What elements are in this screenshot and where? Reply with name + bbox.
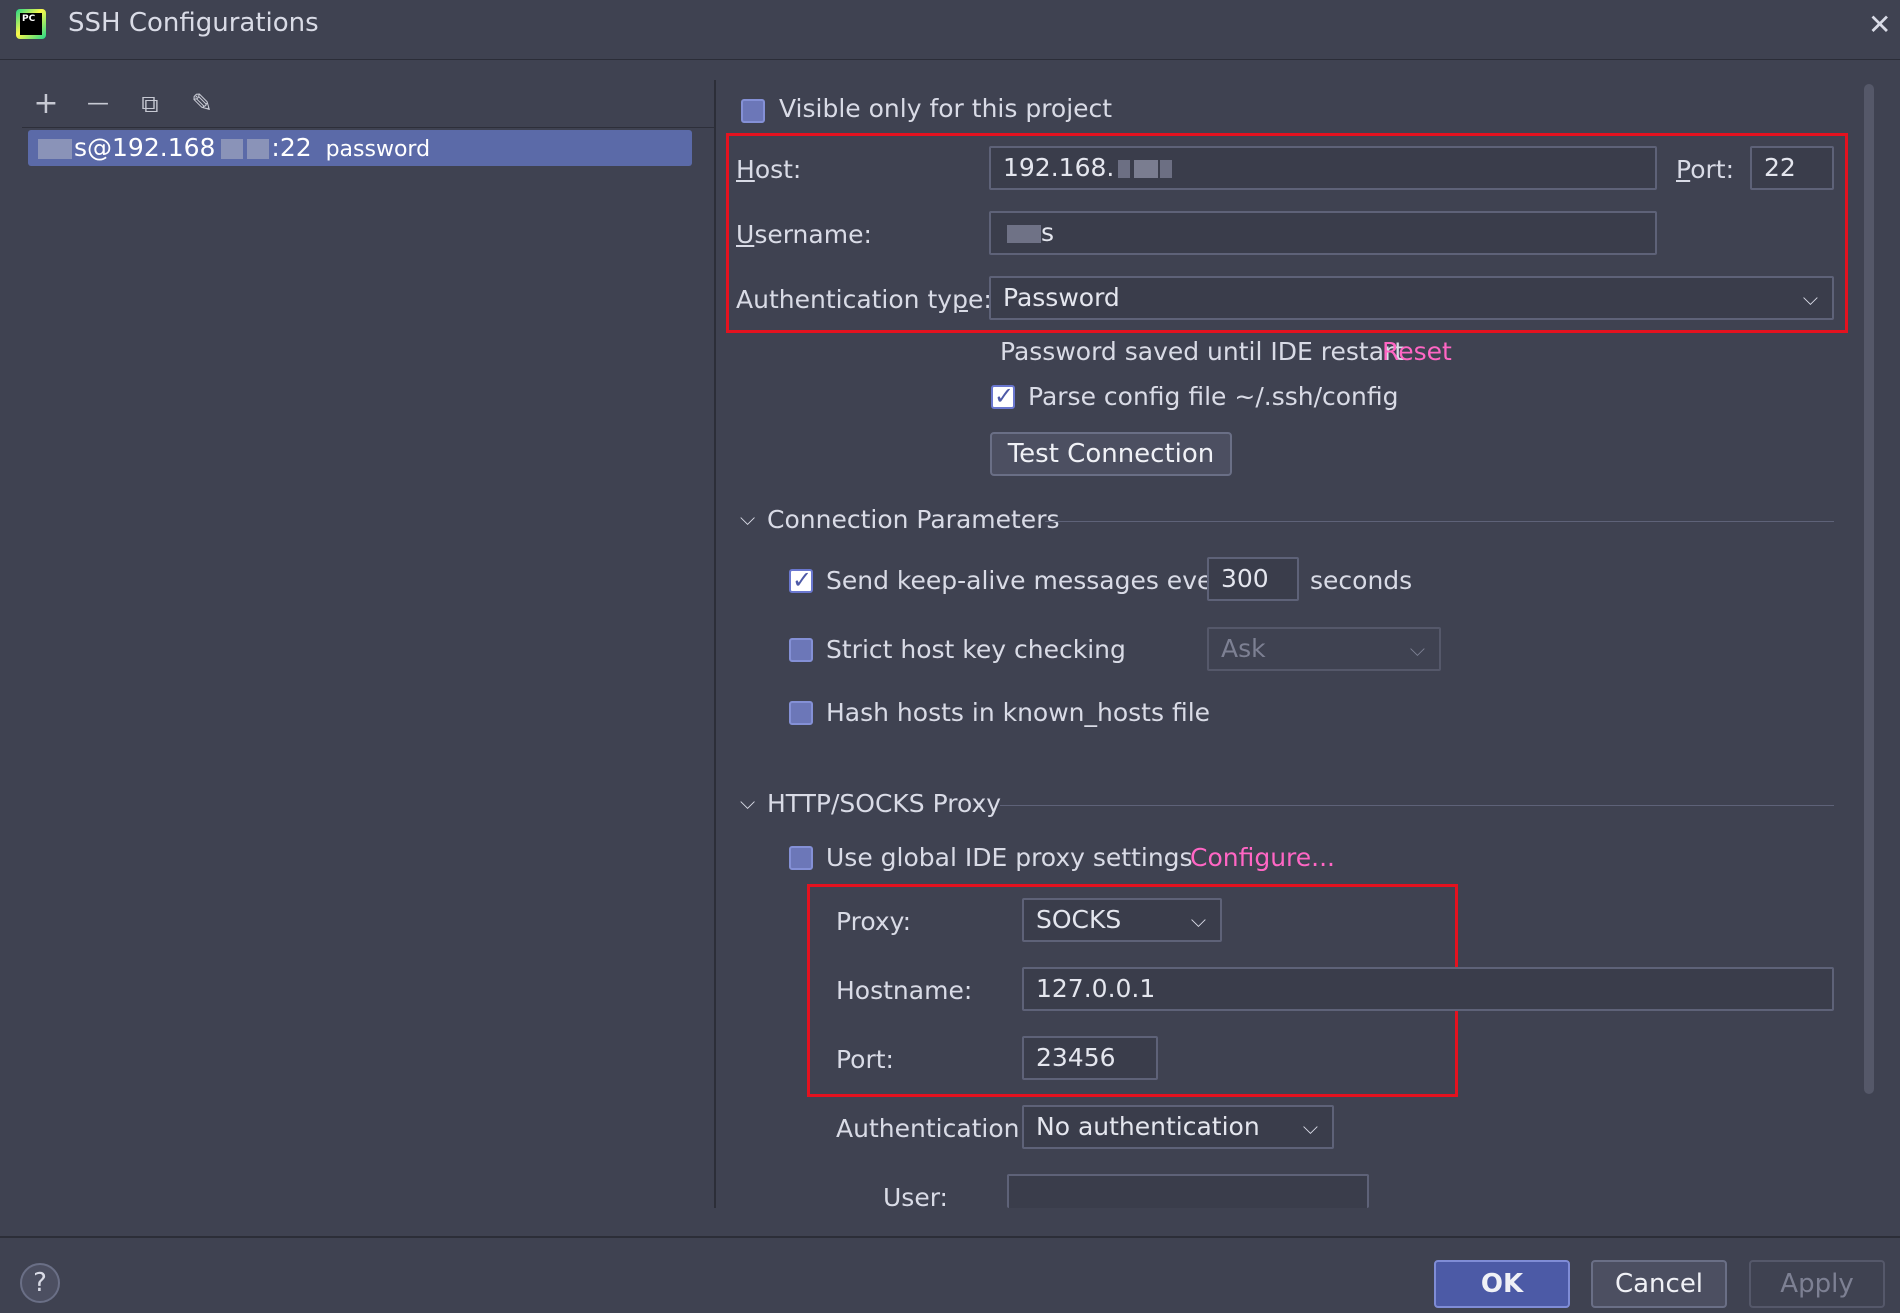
use-global-proxy-checkbox[interactable] <box>789 846 813 870</box>
proxy-user-input[interactable] <box>1007 1174 1369 1208</box>
proxy-port-label: Port: <box>836 1045 894 1074</box>
configure-link[interactable]: Configure... <box>1190 843 1335 872</box>
proxy-hostname-label: Hostname: <box>836 976 973 1005</box>
auth-type-dropdown[interactable]: Password ⌵ <box>989 276 1834 320</box>
section-divider <box>1000 805 1834 806</box>
close-icon[interactable]: ✕ <box>1868 8 1891 41</box>
visible-only-checkbox[interactable] <box>741 99 765 123</box>
keep-alive-input[interactable]: 300 <box>1207 557 1299 601</box>
redacted-text <box>221 139 244 159</box>
collapse-chevron-icon[interactable]: ⌵ <box>740 790 755 814</box>
pycharm-app-icon: PC <box>16 9 46 39</box>
port-input[interactable]: 22 <box>1750 146 1834 190</box>
reset-link[interactable]: Reset <box>1382 337 1452 366</box>
parse-config-checkbox[interactable] <box>991 382 1015 410</box>
redacted-text <box>247 139 270 159</box>
keep-alive-checkbox[interactable] <box>789 566 813 594</box>
help-button[interactable]: ? <box>20 1263 60 1303</box>
proxy-auth-label: Authentication: <box>836 1114 1028 1143</box>
add-icon[interactable]: + <box>30 86 62 122</box>
proxy-auth-dropdown[interactable]: No authentication ⌵ <box>1022 1105 1334 1149</box>
host-input[interactable]: 192.168. <box>989 146 1657 190</box>
chevron-down-icon: ⌵ <box>1409 637 1425 661</box>
remove-icon[interactable]: — <box>82 86 114 122</box>
proxy-type-label: Proxy: <box>836 907 912 936</box>
proxy-port-input[interactable]: 23456 <box>1022 1036 1158 1080</box>
keep-alive-unit: seconds <box>1310 566 1413 595</box>
username-label: Username: <box>736 220 872 249</box>
scrollbar[interactable] <box>1864 84 1874 1094</box>
visible-only-label: Visible only for this project <box>779 94 1113 123</box>
chevron-down-icon: ⌵ <box>1302 1115 1318 1139</box>
footer-divider <box>0 1236 1900 1238</box>
cancel-button[interactable]: Cancel <box>1591 1260 1727 1308</box>
redacted-text <box>38 139 72 159</box>
host-list-item-label: s@192.168:22 <box>36 133 320 162</box>
copy-icon[interactable]: ⧉ <box>134 86 166 122</box>
host-auth-type: password <box>325 137 431 162</box>
keep-alive-label: Send keep-alive messages every <box>826 566 1238 595</box>
test-connection-button[interactable]: Test Connection <box>990 432 1232 476</box>
chevron-down-icon: ⌵ <box>1802 286 1818 310</box>
proxy-type-dropdown[interactable]: SOCKS ⌵ <box>1022 898 1222 942</box>
use-global-proxy-label: Use global IDE proxy settings <box>826 843 1193 872</box>
hash-hosts-checkbox[interactable] <box>789 701 813 725</box>
apply-button[interactable]: Apply <box>1749 1260 1885 1308</box>
host-label: Host: <box>736 155 802 184</box>
section-divider <box>1045 521 1834 522</box>
chevron-down-icon: ⌵ <box>1190 908 1206 932</box>
proxy-hostname-input[interactable]: 127.0.0.1 <box>1022 967 1834 1011</box>
username-input[interactable]: s <box>989 211 1657 255</box>
strict-host-label: Strict host key checking <box>826 635 1126 664</box>
strict-host-checkbox[interactable] <box>789 638 813 662</box>
collapse-chevron-icon[interactable]: ⌵ <box>740 506 755 530</box>
connection-params-header[interactable]: Connection Parameters <box>767 505 1060 534</box>
proxy-user-label: User: <box>883 1183 948 1212</box>
password-note: Password saved until IDE restart <box>1000 337 1405 366</box>
parse-config-label: Parse config file ~/.ssh/config <box>1028 382 1399 411</box>
toolbar-divider <box>22 127 714 128</box>
panel-splitter[interactable] <box>714 80 716 1208</box>
strict-host-dropdown: Ask ⌵ <box>1207 627 1441 671</box>
port-label: Port: <box>1676 155 1734 184</box>
edit-icon[interactable]: ✎ <box>186 86 218 122</box>
ok-button[interactable]: OK <box>1434 1260 1570 1308</box>
proxy-section-header[interactable]: HTTP/SOCKS Proxy <box>767 789 1001 818</box>
host-list-item[interactable]: s@192.168:22 password <box>28 130 692 166</box>
hash-hosts-label: Hash hosts in known_hosts file <box>826 698 1211 727</box>
auth-type-label: Authentication type: <box>736 285 992 314</box>
window-title: SSH Configurations <box>68 8 319 38</box>
